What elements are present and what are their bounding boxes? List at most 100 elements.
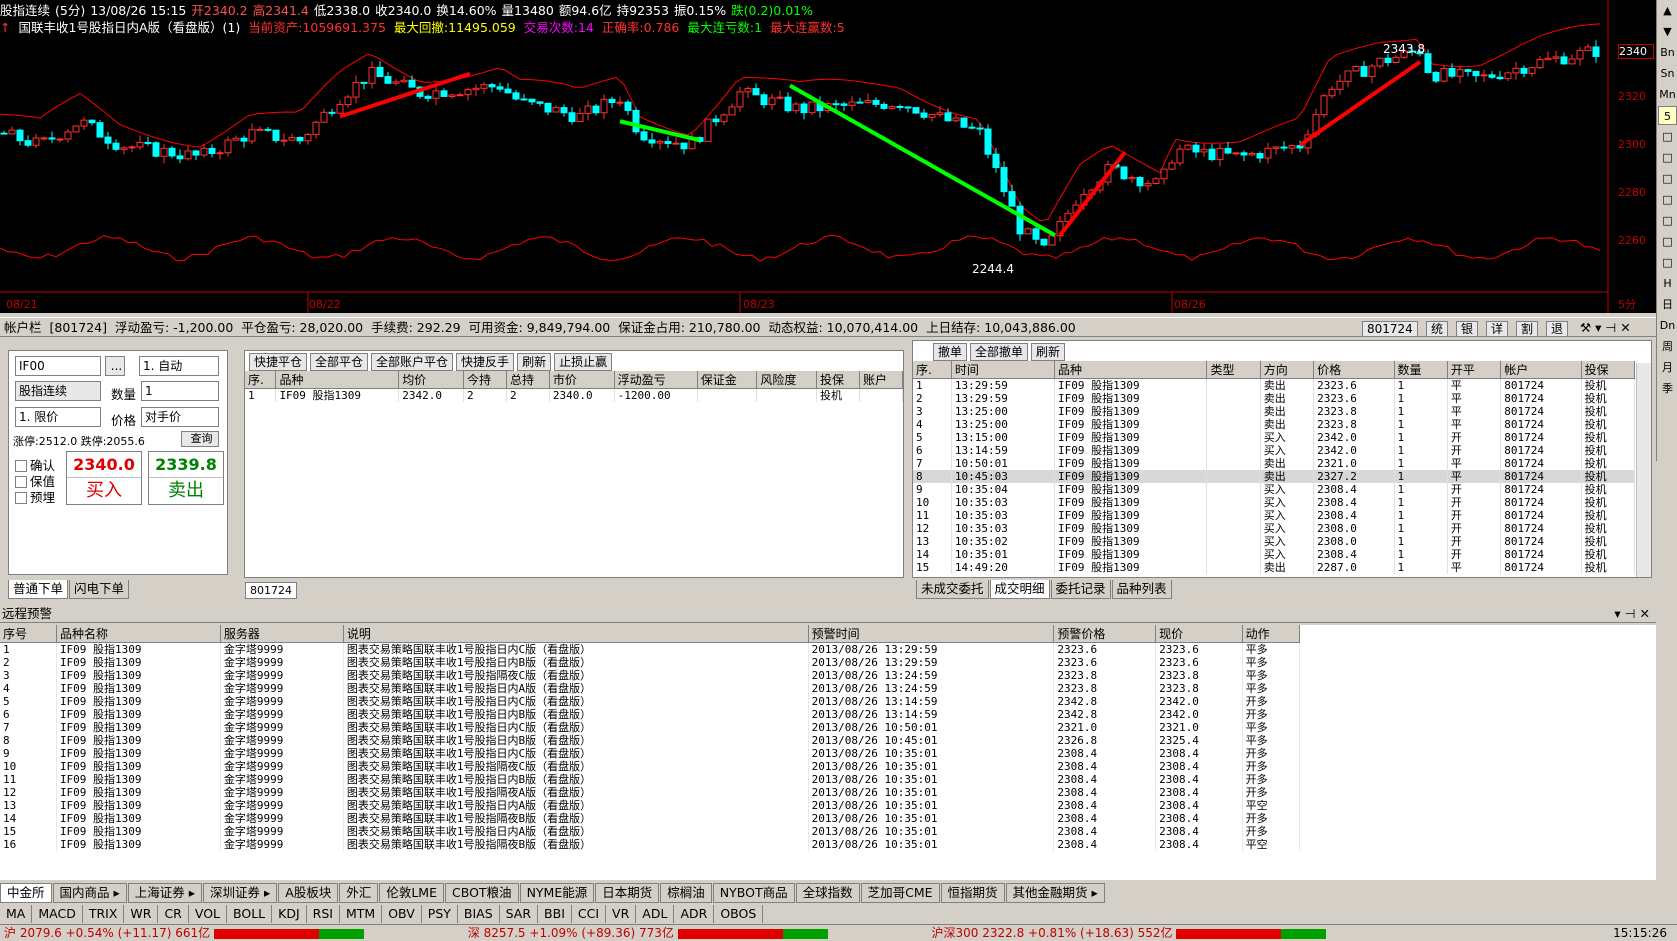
quarter-button[interactable]: 季 bbox=[1658, 379, 1677, 398]
indicator-tab[interactable]: ADR bbox=[674, 905, 715, 923]
price-type-select[interactable]: 1. 限价 bbox=[15, 407, 101, 427]
stop-loss-button[interactable]: 止损止赢 bbox=[554, 353, 613, 371]
preorder-checkbox[interactable]: 预埋 bbox=[15, 487, 55, 506]
pin-icon[interactable]: ⚒ ▾ ⊣ ✕ bbox=[1580, 320, 1631, 335]
trade-table-row[interactable]: 9 10:35:04 IF09 股指1309 买入 2308.4 1 开 801724 投机 bbox=[913, 483, 1636, 496]
trade-table-row[interactable]: 6 13:14:59 IF09 股指1309 买入 2342.0 1 开 801724 投机 bbox=[913, 444, 1636, 457]
warn-table-row[interactable]: 3 IF09 股指1309 金字塔9999 图表交易策略国联丰收1号股指隔夜C版（看盘… bbox=[0, 669, 1301, 682]
tab-fills[interactable]: 成交明细 bbox=[989, 580, 1050, 599]
trade-table-row[interactable]: 3 13:25:00 IF09 股指1309 卖出 2323.8 1 平 801724 投机 bbox=[913, 405, 1636, 418]
trade-table-row[interactable]: 12 10:35:03 IF09 股指1309 买入 2308.0 1 开 801724 投机 bbox=[913, 522, 1636, 535]
indicator-tab[interactable]: WR bbox=[124, 905, 159, 923]
warn-table-row[interactable]: 4 IF09 股指1309 金字塔9999 图表交易策略国联丰收1号股指日内A版（看盘… bbox=[0, 682, 1301, 695]
buy-button[interactable]: 2340.0 买入 bbox=[66, 451, 142, 505]
period-button[interactable]: □ bbox=[1658, 253, 1677, 272]
day-button[interactable]: 日 bbox=[1658, 295, 1677, 314]
warn-table-row[interactable]: 8 IF09 股指1309 金字塔9999 图表交易策略国联丰收1号股指日内B版（看盘… bbox=[0, 734, 1301, 747]
market-tab[interactable]: 深圳证券 ▸ bbox=[203, 883, 278, 903]
trade-column-header[interactable]: 投保 bbox=[1581, 361, 1636, 379]
warn-table-row[interactable]: 14 IF09 股指1309 金字塔9999 图表交易策略国联丰收1号股指隔夜B版（看… bbox=[0, 812, 1301, 825]
month-button[interactable]: 月 bbox=[1658, 358, 1677, 377]
hour-button[interactable]: H bbox=[1658, 274, 1677, 293]
market-tab[interactable]: NYME能源 bbox=[519, 883, 595, 903]
cancel-order-button[interactable]: 撤单 bbox=[933, 343, 968, 361]
warn-column-header[interactable]: 服务器 bbox=[220, 625, 344, 643]
trade-column-header[interactable]: 数量 bbox=[1394, 361, 1448, 379]
detail-button[interactable]: 详 bbox=[1485, 320, 1508, 337]
market-tab[interactable]: 其他金融期货 ▸ bbox=[1005, 883, 1105, 903]
indicator-tab[interactable]: ADL bbox=[636, 905, 675, 923]
trade-table-row[interactable]: 4 13:25:00 IF09 股指1309 卖出 2323.8 1 平 801724 投机 bbox=[913, 418, 1636, 431]
scroll-up-icon[interactable]: ▲ bbox=[1658, 1, 1677, 20]
warn-column-header[interactable]: 动作 bbox=[1242, 625, 1301, 643]
close-all-button[interactable]: 全部平仓 bbox=[310, 353, 369, 371]
period-button[interactable]: □ bbox=[1658, 232, 1677, 251]
period-button[interactable]: □ bbox=[1658, 211, 1677, 230]
warn-table-row[interactable]: 5 IF09 股指1309 金字塔9999 图表交易策略国联丰收1号股指日内C版（看盘… bbox=[0, 695, 1301, 708]
account-select[interactable]: 801724 bbox=[1362, 320, 1418, 337]
indicator-tab[interactable]: OBOS bbox=[714, 905, 764, 923]
indicator-tab[interactable]: KDJ bbox=[272, 905, 307, 923]
trade-table-row[interactable]: 8 10:45:03 IF09 股指1309 卖出 2327.2 1 平 801724 投机 bbox=[913, 470, 1636, 483]
indicator-tab[interactable]: CCI bbox=[572, 905, 607, 923]
warn-table-row[interactable]: 15 IF09 股指1309 金字塔9999 图表交易策略国联丰收1号股指日内A版（看… bbox=[0, 825, 1301, 838]
warn-column-header[interactable]: 序号 bbox=[0, 625, 57, 643]
exit-button[interactable]: 退 bbox=[1545, 320, 1568, 337]
warn-column-header[interactable]: 现价 bbox=[1155, 625, 1243, 643]
market-tab[interactable]: 日本期货 bbox=[595, 883, 660, 903]
trade-column-header[interactable]: 价格 bbox=[1313, 361, 1395, 379]
warn-column-header[interactable]: 品种名称 bbox=[56, 625, 221, 643]
quick-close-button[interactable]: 快捷平仓 bbox=[249, 353, 308, 371]
code-browse-button[interactable]: ... bbox=[105, 356, 125, 376]
trade-table-row[interactable]: 5 13:15:00 IF09 股指1309 买入 2342.0 1 开 801724 投机 bbox=[913, 431, 1636, 444]
trade-column-header[interactable]: 方向 bbox=[1260, 361, 1315, 379]
week-button[interactable]: 周 bbox=[1658, 337, 1677, 356]
market-tab[interactable]: 芝加哥CME bbox=[860, 883, 940, 903]
trade-table-row[interactable]: 7 10:50:01 IF09 股指1309 卖出 2321.0 1 平 801724 投机 bbox=[913, 457, 1636, 470]
panel-controls-icon[interactable]: ▾ ⊣ ✕ bbox=[1614, 605, 1650, 623]
pos-column-header[interactable]: 今持 bbox=[463, 371, 507, 389]
tab-flash-order[interactable]: 闪电下单 bbox=[69, 580, 130, 599]
market-tab[interactable]: 中金所 bbox=[0, 883, 52, 903]
warn-table-row[interactable]: 7 IF09 股指1309 金字塔9999 图表交易策略国联丰收1号股指日内C版（看盘… bbox=[0, 721, 1301, 734]
warn-table-row[interactable]: 6 IF09 股指1309 金字塔9999 图表交易策略国联丰收1号股指日内B版（看盘… bbox=[0, 708, 1301, 721]
quick-reverse-button[interactable]: 快捷反手 bbox=[456, 353, 515, 371]
code-input[interactable]: IF00 bbox=[15, 356, 101, 376]
kline-chart[interactable]: 股指连续 (5分) 13/08/26 15:15 开2340.2 高2341.4 低233… bbox=[0, 0, 1656, 313]
market-tab[interactable]: 棕榈油 bbox=[660, 883, 712, 903]
tab-orders[interactable]: 委托记录 bbox=[1050, 580, 1111, 599]
trade-table-row[interactable]: 10 10:35:03 IF09 股指1309 买入 2308.4 1 开 801724 投机 bbox=[913, 496, 1636, 509]
trade-table-row[interactable]: 15 14:49:20 IF09 股指1309 卖出 2287.0 1 平 801724 投机 bbox=[913, 561, 1636, 574]
scroll-down-icon[interactable]: ▼ bbox=[1658, 22, 1677, 41]
trade-column-header[interactable]: 序. bbox=[913, 361, 952, 379]
indicator-tab[interactable]: BBI bbox=[538, 905, 572, 923]
pos-column-header[interactable]: 序. bbox=[245, 371, 277, 389]
period-button[interactable]: □ bbox=[1658, 148, 1677, 167]
trade-column-header[interactable]: 帐户 bbox=[1500, 361, 1582, 379]
period-button[interactable]: □ bbox=[1658, 190, 1677, 209]
market-tab[interactable]: 伦敦LME bbox=[379, 883, 444, 903]
pos-column-header[interactable]: 市价 bbox=[549, 371, 615, 389]
trades-scrollbar[interactable] bbox=[1636, 363, 1651, 577]
pos-column-header[interactable]: 账户 bbox=[859, 371, 904, 389]
market-tab[interactable]: 上海证券 ▸ bbox=[127, 883, 203, 903]
tab-instruments[interactable]: 品种列表 bbox=[1111, 580, 1172, 599]
market-tab[interactable]: 外汇 bbox=[339, 883, 379, 903]
dn-button[interactable]: Dn bbox=[1658, 316, 1677, 335]
period-5min-button[interactable]: 5 bbox=[1658, 106, 1677, 125]
tab-pending[interactable]: 未成交委托 bbox=[916, 580, 989, 599]
pos-column-header[interactable]: 浮动盈亏 bbox=[614, 371, 698, 389]
indicator-tab[interactable]: PSY bbox=[422, 905, 458, 923]
trade-table-row[interactable]: 11 10:35:03 IF09 股指1309 买入 2308.4 1 开 801724 投机 bbox=[913, 509, 1636, 522]
trade-column-header[interactable]: 时间 bbox=[951, 361, 1056, 379]
indicator-tab[interactable]: MA bbox=[0, 905, 33, 923]
trade-column-header[interactable]: 开平 bbox=[1447, 361, 1502, 379]
trade-table-row[interactable]: 13 10:35:02 IF09 股指1309 买入 2308.0 1 开 801724 投机 bbox=[913, 535, 1636, 548]
warn-column-header[interactable]: 说明 bbox=[343, 625, 809, 643]
warn-table-row[interactable]: 12 IF09 股指1309 金字塔9999 图表交易策略国联丰收1号股指隔夜A版（看… bbox=[0, 786, 1301, 799]
pos-column-header[interactable]: 总持 bbox=[506, 371, 550, 389]
price-input[interactable]: 对手价 bbox=[141, 407, 219, 427]
pos-column-header[interactable]: 投保 bbox=[816, 371, 860, 389]
warn-table-row[interactable]: 16 IF09 股指1309 金字塔9999 图表交易策略国联丰收1号股指隔夜B版（看… bbox=[0, 838, 1301, 851]
bn-button[interactable]: Bn bbox=[1658, 43, 1677, 62]
